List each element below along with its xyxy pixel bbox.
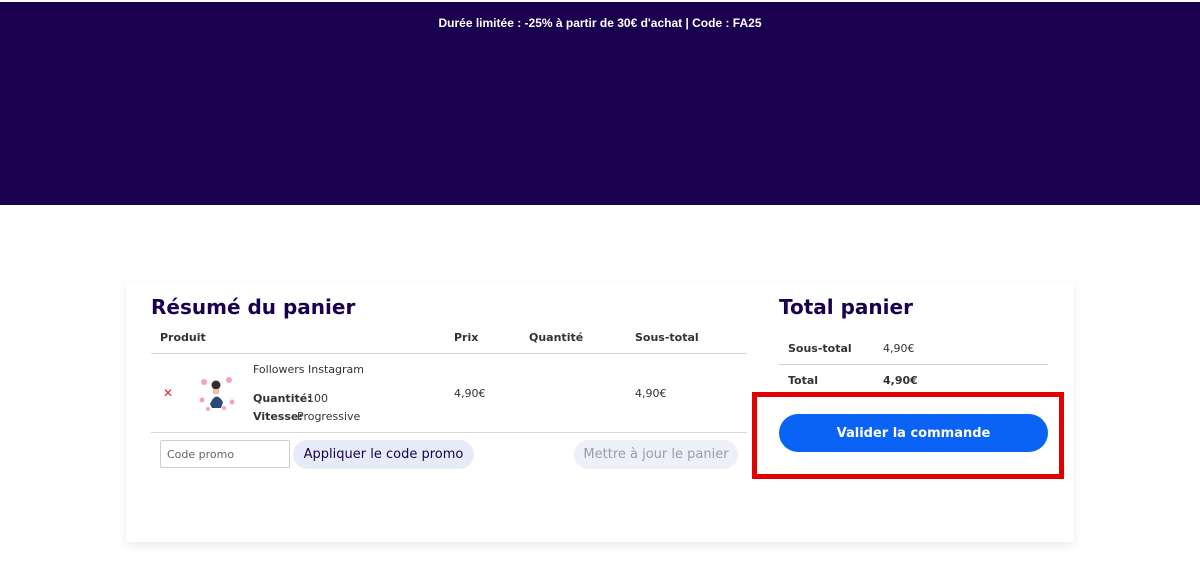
- update-cart-button[interactable]: Mettre à jour le panier: [574, 440, 738, 469]
- table-row-divider: [151, 432, 747, 433]
- product-name[interactable]: Followers Instagram: [253, 363, 364, 376]
- column-header-price: Prix: [454, 331, 479, 344]
- product-quantity-value: 100: [307, 392, 328, 405]
- apply-promo-button[interactable]: Appliquer le code promo: [293, 440, 474, 469]
- cart-summary-title: Résumé du panier: [151, 295, 356, 319]
- remove-item-icon[interactable]: ✕: [163, 386, 175, 400]
- checkout-button[interactable]: Valider la commande: [779, 414, 1048, 452]
- product-quantity-label: Quantité:: [253, 392, 312, 405]
- product-speed-label: Vitesse:: [253, 410, 303, 423]
- column-header-quantity: Quantité: [529, 331, 584, 344]
- totals-total-label: Total: [788, 374, 819, 387]
- table-header-divider: [151, 353, 747, 354]
- totals-subtotal-label: Sous-total: [788, 342, 852, 355]
- product-speed-value: Progressive: [297, 410, 361, 423]
- totals-total-value: 4,90€: [883, 374, 918, 387]
- product-subtotal: 4,90€: [635, 387, 667, 400]
- column-header-subtotal: Sous-total: [635, 331, 699, 344]
- product-price: 4,90€: [454, 387, 486, 400]
- totals-subtotal-value: 4,90€: [883, 342, 915, 355]
- column-header-product: Produit: [160, 331, 206, 344]
- promo-code-input[interactable]: [160, 440, 290, 468]
- cart-totals-title: Total panier: [779, 295, 913, 319]
- promo-banner-text: Durée limitée : -25% à partir de 30€ d'a…: [438, 16, 762, 30]
- promo-banner: Durée limitée : -25% à partir de 30€ d'a…: [0, 0, 1200, 205]
- product-thumbnail: [199, 377, 235, 411]
- totals-divider: [779, 364, 1048, 365]
